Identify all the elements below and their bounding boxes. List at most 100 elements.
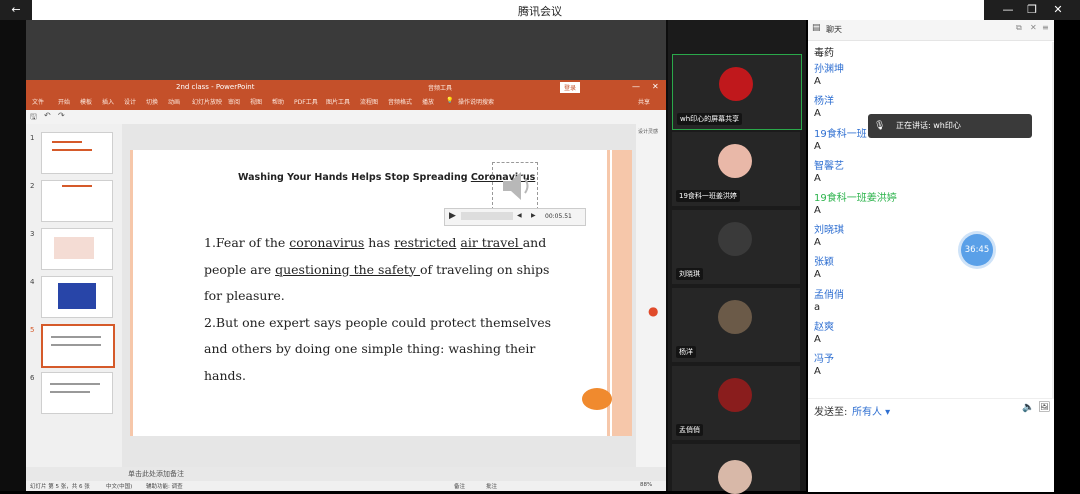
body-text-underlined: restricted — [394, 235, 457, 250]
ribbon-tab-view[interactable]: 视图 — [250, 97, 262, 106]
participant-tile[interactable] — [672, 444, 800, 494]
participant-name: wh印心的屏幕共享 — [677, 113, 743, 125]
screen-edge — [1054, 20, 1080, 491]
image-icon[interactable]: 🖼 — [1038, 402, 1051, 413]
chat-compose: 发送至: 所有人 ▾ 🔈 🖼 — [808, 398, 1054, 492]
participant-tile[interactable]: wh印心的屏幕共享 — [672, 54, 802, 130]
participant-tile[interactable]: 19食科一班姜洪婷 — [672, 132, 800, 206]
participant-tile[interactable]: 杨洋 — [672, 288, 800, 362]
notes-placeholder: 单击此处添加备注 — [128, 470, 184, 478]
audio-progress[interactable] — [461, 212, 513, 220]
chat-input[interactable] — [812, 419, 1050, 485]
orange-decor-shape — [582, 388, 612, 410]
ribbon-tab-animations[interactable]: 动画 — [168, 97, 180, 106]
accessibility[interactable]: 辅助功能: 调查 — [146, 482, 183, 490]
ppt-titlebar: 2nd class - PowerPoint 音频工具 登录 — ✕ — [26, 80, 666, 96]
ribbon-tab-pdf[interactable]: PDF工具 — [294, 97, 318, 106]
slide-count: 幻灯片 第 5 张，共 6 张 — [30, 484, 90, 490]
window-titlebar: ← 腾讯会议 — ❐ ✕ — [0, 0, 1080, 20]
ppt-statusbar: 幻灯片 第 5 张，共 6 张 中文(中国) 辅助功能: 调查 备注 批注 88… — [26, 481, 666, 491]
office-add-icon[interactable]: ● — [648, 304, 658, 318]
notes-bar[interactable]: 单击此处添加备注 — [122, 467, 666, 481]
slide-decor-right — [612, 150, 632, 436]
thumb-text-bar — [52, 141, 82, 143]
ribbon-tab-picture-tools[interactable]: 图片工具 — [326, 97, 350, 106]
participant-name: 刘晓琪 — [676, 268, 703, 280]
chat-panel: ▤ 聊天 ⧉ ✕ ≡ 毒药 孙渊坤 A 杨洋 A 19食科一班 A 智馨艺 A 19食科一班姜洪婷… — [808, 20, 1054, 492]
save-icon[interactable]: 🖫 — [30, 111, 37, 125]
zoom-level[interactable]: 88% — [640, 482, 652, 488]
close-chat-icon[interactable]: ✕ — [1030, 23, 1037, 32]
chat-message-text: A — [814, 237, 821, 249]
thumb-text-bar — [51, 336, 101, 338]
thumb-text-bar — [51, 344, 101, 346]
play-icon[interactable]: ▶ — [449, 211, 456, 221]
ppt-share-button[interactable]: 共享 — [638, 97, 650, 106]
ribbon-tab-review[interactable]: 审阅 — [228, 97, 240, 106]
audio-player-bar[interactable]: ▶ ◀ ▶ 00:05.51 — [444, 208, 586, 226]
ribbon-tab-home[interactable]: 开始 — [58, 97, 70, 106]
ppt-close-icon[interactable]: ✕ — [652, 82, 659, 91]
ribbon-tab-design[interactable]: 设计 — [124, 97, 136, 106]
slide-thumbnail-5[interactable] — [41, 324, 115, 368]
participant-tile[interactable]: 刘晓琪 — [672, 210, 800, 284]
ribbon-tab-insert[interactable]: 插入 — [102, 97, 114, 106]
participant-tile[interactable]: 孟俏俏 — [672, 366, 800, 440]
chat-sender-name: 杨洋 — [814, 96, 834, 108]
avatar — [718, 144, 752, 178]
close-icon[interactable]: ✕ — [1046, 2, 1070, 18]
ribbon-tab-flowchart[interactable]: 流程图 — [360, 97, 378, 106]
slide-thumbnail-1[interactable] — [41, 132, 113, 174]
slide-thumbnail-4[interactable] — [41, 276, 113, 318]
menu-icon[interactable]: ≡ — [1042, 23, 1049, 32]
thumb-number: 4 — [30, 278, 35, 286]
notes-toggle[interactable]: 备注 — [454, 482, 465, 490]
slide-decor-left — [130, 150, 133, 436]
meeting-timer[interactable]: 36:45 — [961, 234, 993, 266]
design-ideas-label: 设计灵感 — [638, 129, 659, 135]
chat-header: ▤ 聊天 ⧉ ✕ ≡ — [808, 20, 1054, 41]
slide-thumbnail-3[interactable] — [41, 228, 113, 270]
thumb-number: 5 — [30, 326, 35, 334]
current-slide[interactable]: Washing Your Hands Helps Stop Spreading … — [130, 150, 632, 436]
ribbon-tab-help[interactable]: 帮助 — [272, 97, 284, 106]
slide-body-text: 1.Fear of the coronavirus has restricted… — [204, 230, 564, 389]
ribbon-tab-audio-format[interactable]: 音频格式 — [388, 97, 412, 106]
chat-sender-name: 孟俏俏 — [814, 289, 844, 301]
popout-icon[interactable]: ⧉ — [1016, 23, 1022, 33]
avatar — [719, 67, 753, 101]
slide-thumbnail-2[interactable] — [41, 180, 113, 222]
thumb-number: 3 — [30, 230, 35, 238]
ribbon-search[interactable]: 操作说明搜索 — [458, 97, 494, 106]
rewind-icon[interactable]: ◀ — [517, 212, 522, 219]
chat-message-text: A — [814, 108, 821, 120]
avatar — [718, 460, 752, 494]
slide-thumbnails-pane: 1 2 3 4 5 6 — [26, 124, 122, 467]
chat-sender-name: 19食科一班姜洪婷 — [814, 192, 897, 204]
audio-speaker-icon[interactable] — [492, 162, 538, 210]
minimize-icon[interactable]: — — [996, 2, 1020, 18]
thumb-text-bar — [62, 185, 92, 187]
chat-title: 聊天 — [826, 25, 842, 34]
ppt-login-button[interactable]: 登录 — [560, 82, 581, 93]
ribbon-tab-transitions[interactable]: 切换 — [146, 97, 158, 106]
send-to-label: 发送至: — [814, 407, 848, 418]
send-to-dropdown[interactable]: 所有人 ▾ — [852, 403, 890, 418]
maximize-icon[interactable]: ❐ — [1020, 2, 1044, 18]
ribbon-tab-slideshow[interactable]: 幻灯片放映 — [192, 97, 222, 106]
speaker-icon[interactable]: 🔈 — [1022, 402, 1034, 413]
chat-icon: ▤ — [812, 23, 821, 33]
undo-icon[interactable]: ↶ — [44, 111, 51, 120]
participant-name: 杨洋 — [676, 346, 696, 358]
ribbon-tab-file[interactable]: 文件 — [32, 97, 44, 106]
comments-toggle[interactable]: 批注 — [486, 482, 497, 490]
chat-message-text: 毒药 — [814, 48, 834, 59]
ppt-minimize-icon[interactable]: — — [632, 82, 640, 91]
body-text: has — [364, 235, 395, 250]
redo-icon[interactable]: ↷ — [58, 111, 65, 120]
slide-title: Washing Your Hands Helps Stop Spreading … — [238, 172, 535, 183]
slide-thumbnail-6[interactable] — [41, 372, 113, 414]
ribbon-tab-template[interactable]: 模板 — [80, 97, 92, 106]
ribbon-tab-playback[interactable]: 播放 — [422, 97, 434, 106]
forward-icon[interactable]: ▶ — [531, 212, 536, 219]
